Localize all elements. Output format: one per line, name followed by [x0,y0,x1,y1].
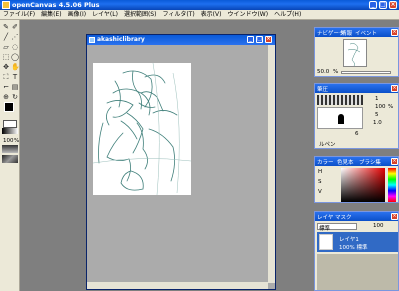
document-vertical-scrollbar[interactable] [268,45,275,283]
document-title-bar: akashiclibrary _ □ × [87,35,275,45]
navigator-zoom-value: 50.0 [317,69,330,75]
tab-color[interactable]: カラー [317,158,334,166]
brush-opacity-value: 100 [375,104,386,110]
color-panel: カラー 色見本 ブラシ集 × H S V [314,156,399,203]
navigator-zoom-slider[interactable] [341,71,391,74]
color-close-button[interactable]: × [391,158,398,165]
navigator-close-button[interactable]: × [391,29,398,36]
document-icon [89,37,95,43]
move-tool-icon[interactable]: ✥ [2,63,10,71]
document-window: akashiclibrary _ □ × [86,34,276,290]
minimize-button[interactable]: _ [369,1,377,9]
tab-layer[interactable]: レイヤ [317,213,333,221]
layer-thumbnail [319,234,333,250]
app-title-bar: openCanvas 4.5.06 Plus _ □ × [0,0,399,10]
navigator-zoom-unit: % [333,69,339,75]
layer-close-button[interactable]: × [391,213,398,220]
tab-events[interactable]: イベント [355,29,377,37]
hue-slider[interactable] [388,168,396,202]
eraser-tool-icon[interactable]: ▱ [2,43,10,51]
doc-maximize-button[interactable]: □ [256,36,263,43]
navigator-panel: ナビゲータ 情報 イベント × 50.0 % [314,27,399,77]
menu-file[interactable]: ファイル(F) [0,10,38,20]
brush-preview [317,107,363,129]
menu-help[interactable]: ヘルプ(H) [271,10,304,20]
lasso-tool-icon[interactable]: ◯ [11,53,19,61]
document-title: akashiclibrary [97,36,145,43]
opacity-gradient-swatch[interactable] [2,128,18,134]
menu-window[interactable]: ウインドウ(W) [224,10,271,20]
toolbox-opacity-value: 100 [3,138,14,144]
brush-tool-icon[interactable]: ╱ [2,33,10,41]
doc-close-button[interactable]: × [265,36,272,43]
brush-density-value: 5 [375,112,379,118]
menu-image[interactable]: 画像(I) [65,10,89,20]
texture-preview-1[interactable] [2,145,18,153]
gradient-tool-icon[interactable]: ▤ [11,83,19,91]
select-tool-icon[interactable]: ⬚ [2,53,10,61]
layer-mode-select[interactable]: 標準 [317,223,357,232]
brush-option-value: 6 [355,131,359,137]
brush-size-value: 1 [375,96,379,102]
fill-tool-icon[interactable]: ⛶ [2,73,10,81]
foreground-color-swatch[interactable] [4,102,14,112]
pencil-tool-icon[interactable]: ✐ [11,23,19,31]
brush-title-bar: 筆圧 × [315,84,398,93]
doc-minimize-button[interactable]: _ [247,36,254,43]
maximize-button[interactable]: □ [379,1,387,9]
tab-info[interactable]: 情報 [341,29,352,37]
document-horizontal-scrollbar[interactable] [87,282,268,289]
layer-name: レイヤ1 [339,237,359,243]
saturation-label: S [318,179,322,185]
text-tool-icon[interactable]: T [11,73,19,81]
color-tab-bar: カラー 色見本 ブラシ集 × [315,157,398,166]
brush-panel: 筆圧 × 1 100 % 5 1.0 6 ルペン [314,83,399,149]
menu-select[interactable]: 選択範囲(S) [121,10,160,20]
texture-preview-2[interactable] [2,155,18,163]
menu-layer[interactable]: レイヤ(L) [89,10,121,20]
airbrush-tool-icon[interactable]: ⋰ [11,33,19,41]
eyedropper-tool-icon[interactable]: ⌐ [2,83,10,91]
layer-opacity-value: 100 [373,223,384,229]
sketch-drawing [92,62,192,196]
value-label: V [318,189,322,195]
zoom-tool-icon[interactable]: ⊕ [2,93,10,101]
menu-view[interactable]: 表示(V) [198,10,225,20]
navigator-thumbnail [347,43,361,67]
layer-mode-value: 標準 [319,226,331,232]
brush-preset-strip[interactable] [317,95,363,105]
background-color-swatch[interactable] [3,120,17,128]
tab-brush-set[interactable]: ブラシ集 [359,158,381,166]
hue-label: H [318,169,323,175]
close-button[interactable]: × [389,1,397,9]
menu-bar: ファイル(F) 編集(E) 画像(I) レイヤ(L) 選択範囲(S) フィルタ(T) 表示(… [0,10,399,20]
color-field[interactable] [341,168,385,202]
rotate-tool-icon[interactable]: ↻ [11,93,19,101]
tab-mask[interactable]: マスク [335,213,352,221]
layer-panel: レイヤ マスク × 標準 100 レイヤ1 100% 標準 [314,211,399,291]
layer-row[interactable]: レイヤ1 100% 標準 [317,232,398,252]
brush-blur-value: 1.0 [373,120,382,126]
app-icon [2,1,10,9]
brush-close-button[interactable]: × [391,85,398,92]
layer-info: 100% 標準 [339,245,368,251]
brush-opacity-unit: % [388,104,394,110]
pen-tool-icon[interactable]: ✎ [2,23,10,31]
drawing-canvas[interactable] [92,62,192,196]
blur-tool-icon[interactable]: ◌ [11,43,19,51]
hand-tool-icon[interactable]: ✋ [11,63,20,71]
app-title: openCanvas 4.5.06 Plus [12,1,100,9]
brush-name: ルペン [319,142,336,148]
layer-list-area [317,254,398,290]
navigator-tab-bar: ナビゲータ 情報 イベント × [315,28,398,37]
menu-edit[interactable]: 編集(E) [38,10,64,20]
tab-swatches[interactable]: 色見本 [337,158,354,166]
layer-tab-bar: レイヤ マスク × [315,212,398,221]
brush-tip-icon [338,114,344,124]
tool-palette: ✎ ✐ ╱ ⋰ ▱ ◌ ⬚ ◯ ✥ ✋ ⛶ T ⌐ ▤ ⊕ ↻ 100 % [0,20,20,291]
toolbox-opacity-unit: % [14,138,20,144]
menu-filter[interactable]: フィルタ(T) [159,10,197,20]
brush-panel-title: 筆圧 [317,87,329,93]
navigator-preview[interactable] [343,39,367,67]
